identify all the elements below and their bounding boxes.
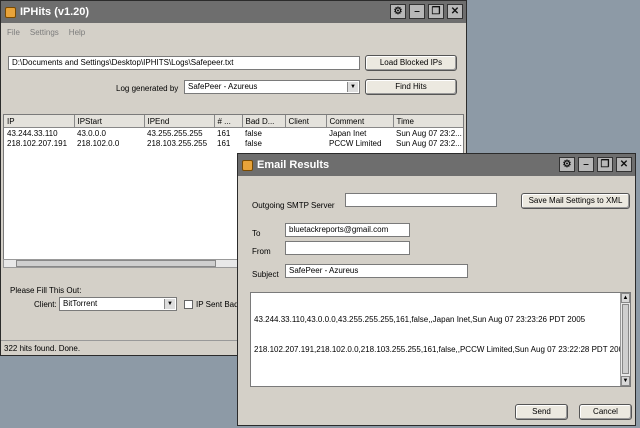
cell: 218.102.0.0	[77, 138, 120, 148]
cell: 43.0.0.0	[77, 128, 106, 138]
column-header-count[interactable]: # ...	[214, 115, 243, 128]
horizontal-scrollbar[interactable]	[3, 259, 238, 268]
email-window: Email Results ⚙ – ❐ ✕ Outgoing SMTP Serv…	[237, 153, 636, 426]
minimize-icon[interactable]: –	[409, 4, 425, 19]
send-button[interactable]: Send	[515, 404, 568, 420]
log-generated-select[interactable]: SafePeer - Azureus ▼	[184, 80, 360, 94]
column-header-ipend[interactable]: IPEnd	[144, 115, 215, 128]
table-row[interactable]: 218.102.207.191 218.102.0.0 218.103.255.…	[4, 138, 463, 148]
gear-icon[interactable]: ⚙	[390, 4, 406, 19]
client-value: BitTorrent	[63, 299, 98, 308]
cell: Sun Aug 07 23:2...	[396, 138, 462, 148]
fill-out-label: Please Fill This Out:	[10, 286, 82, 295]
cancel-button[interactable]: Cancel	[579, 404, 632, 420]
cell: 161	[217, 128, 231, 138]
email-titlebar[interactable]: Email Results ⚙ – ❐ ✕	[238, 154, 635, 176]
close-icon[interactable]: ✕	[616, 157, 632, 172]
ip-sent-bad-checkbox[interactable]	[184, 300, 193, 309]
subject-input[interactable]: SafePeer - Azureus	[285, 264, 468, 278]
subject-label: Subject	[252, 270, 279, 279]
cell: 161	[217, 138, 231, 148]
log-generated-value: SafePeer - Azureus	[188, 82, 258, 91]
column-header-time[interactable]: Time	[393, 115, 463, 128]
menu-file[interactable]: File	[7, 28, 20, 37]
email-window-title: Email Results	[257, 159, 330, 171]
email-body-line: 218.102.207.191,218.102.0.0,218.103.255.…	[254, 345, 628, 354]
gear-icon[interactable]: ⚙	[559, 157, 575, 172]
column-header-ip[interactable]: IP	[4, 115, 75, 128]
column-header-client[interactable]: Client	[285, 115, 327, 128]
maximize-icon[interactable]: ❐	[428, 4, 444, 19]
cell	[285, 128, 326, 139]
scroll-down-icon[interactable]: ▼	[621, 376, 630, 386]
log-generated-label: Log generated by	[116, 84, 179, 93]
close-icon[interactable]: ✕	[447, 4, 463, 19]
save-mail-settings-button[interactable]: Save Mail Settings to XML	[521, 193, 630, 209]
minimize-icon[interactable]: –	[578, 157, 594, 172]
chevron-down-icon[interactable]: ▼	[347, 82, 358, 92]
table-header: IP IPStart IPEnd # ... Bad D... Client C…	[4, 115, 463, 128]
vertical-scrollbar[interactable]: ▲ ▼	[620, 293, 630, 386]
cell: false	[245, 128, 262, 138]
scrollbar-thumb[interactable]	[16, 260, 216, 267]
chevron-down-icon[interactable]: ▼	[164, 299, 175, 309]
ip-sent-bad-label: IP Sent Bad	[196, 300, 239, 309]
from-label: From	[252, 247, 271, 256]
status-text: 322 hits found. Done.	[4, 344, 81, 353]
cell: 43.255.255.255	[147, 128, 203, 138]
menu-bar: File Settings Help	[3, 25, 85, 39]
main-window-title: IPHits (v1.20)	[20, 6, 90, 18]
menu-settings[interactable]: Settings	[30, 28, 59, 37]
email-body-line: 43.244.33.110,43.0.0.0,43.255.255.255,16…	[254, 315, 586, 324]
cell: 218.102.207.191	[7, 138, 68, 148]
table-row[interactable]: 43.244.33.110 43.0.0.0 43.255.255.255 16…	[4, 128, 463, 139]
log-path-input[interactable]: D:\Documents and Settings\Desktop\IPHITS…	[8, 56, 360, 70]
to-label: To	[252, 229, 261, 238]
client-select[interactable]: BitTorrent ▼	[59, 297, 177, 311]
smtp-input[interactable]	[345, 193, 497, 207]
main-titlebar[interactable]: IPHits (v1.20) ⚙ – ❐ ✕	[1, 1, 466, 23]
client-label: Client:	[34, 300, 57, 309]
cell	[285, 138, 326, 148]
cell: PCCW Limited	[329, 138, 382, 148]
email-body-textarea[interactable]: 43.244.33.110,43.0.0.0,43.255.255.255,16…	[250, 292, 631, 387]
column-header-comment[interactable]: Comment	[326, 115, 394, 128]
column-header-bad[interactable]: Bad D...	[242, 115, 286, 128]
column-header-ipstart[interactable]: IPStart	[74, 115, 145, 128]
load-blocked-ips-button[interactable]: Load Blocked IPs	[365, 55, 457, 71]
scroll-up-icon[interactable]: ▲	[621, 293, 630, 303]
cell: false	[245, 138, 262, 148]
email-app-icon	[242, 159, 253, 171]
cell: 43.244.33.110	[7, 128, 58, 138]
from-input[interactable]	[285, 241, 410, 255]
maximize-icon[interactable]: ❐	[597, 157, 613, 172]
cell: Sun Aug 07 23:2...	[396, 128, 462, 138]
hits-table: IP IPStart IPEnd # ... Bad D... Client C…	[4, 115, 463, 148]
smtp-label: Outgoing SMTP Server	[252, 201, 335, 210]
scrollbar-thumb[interactable]	[622, 304, 629, 374]
cell: Japan Inet	[329, 128, 367, 138]
menu-help[interactable]: Help	[69, 28, 85, 37]
find-hits-button[interactable]: Find Hits	[365, 79, 457, 95]
cell: 218.103.255.255	[147, 138, 208, 148]
app-icon	[5, 6, 16, 18]
to-input[interactable]: bluetackreports@gmail.com	[285, 223, 410, 237]
